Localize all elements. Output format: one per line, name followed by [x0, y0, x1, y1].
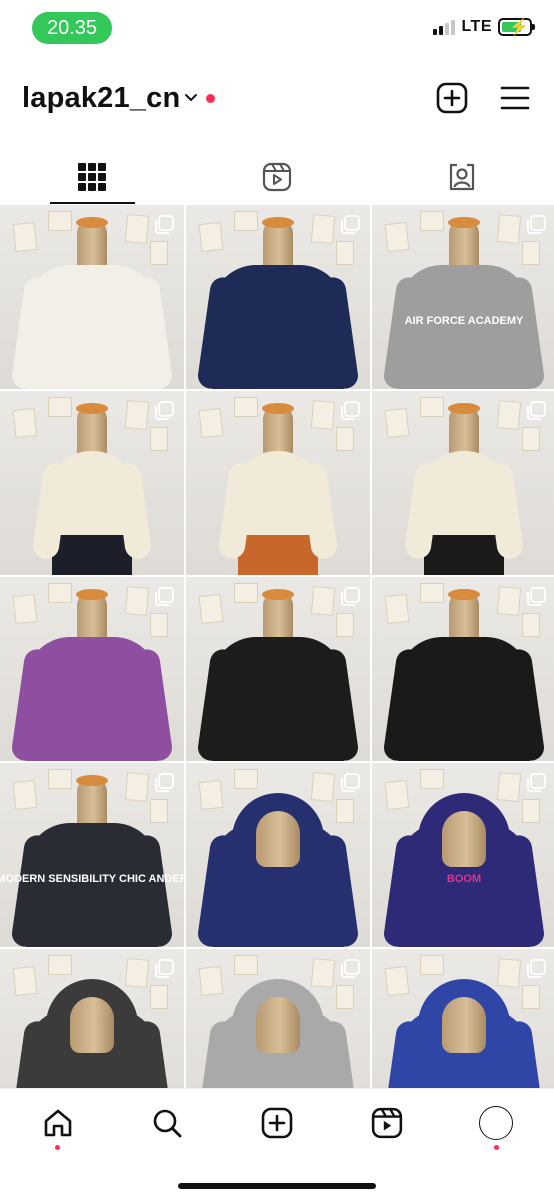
carousel-icon	[526, 401, 546, 421]
create-post-button[interactable]	[436, 82, 468, 114]
grid-icon	[78, 163, 107, 191]
post-tile[interactable]	[186, 763, 370, 947]
carousel-icon	[340, 401, 360, 421]
signal-icon	[433, 19, 456, 35]
network-label: LTE	[461, 18, 492, 35]
nav-create[interactable]	[257, 1103, 297, 1143]
garment-print-text: AIR FORCE ACADEMY	[404, 315, 524, 327]
carousel-icon	[526, 587, 546, 607]
post-tile[interactable]	[186, 205, 370, 389]
post-tile[interactable]	[0, 391, 184, 575]
status-time: 20.35	[32, 12, 112, 44]
post-tile[interactable]	[372, 949, 554, 1088]
chevron-down-icon[interactable]	[183, 90, 199, 106]
profile-header: lapak21_cn	[0, 70, 554, 128]
post-tile[interactable]	[186, 391, 370, 575]
garment-print-text: MODERN SENSIBILITY CHIC ANDER	[0, 873, 184, 885]
tab-tagged[interactable]	[369, 150, 554, 204]
profile-notification-dot	[494, 1145, 499, 1150]
post-tile[interactable]	[0, 949, 184, 1088]
post-tile[interactable]	[186, 577, 370, 761]
carousel-icon	[154, 773, 174, 793]
carousel-icon	[154, 401, 174, 421]
home-icon	[44, 1109, 72, 1137]
post-tile[interactable]	[372, 577, 554, 761]
carousel-icon	[340, 587, 360, 607]
garment-print-text: BOOM	[446, 873, 482, 885]
status-indicators: LTE ⚡	[433, 18, 535, 36]
post-grid: AIR FORCE ACADEMY MODERN SENSIBILITY CHIC…	[0, 205, 554, 1088]
create-icon	[261, 1107, 293, 1139]
account-switcher[interactable]: lapak21_cn	[22, 82, 180, 115]
post-tile[interactable]	[0, 577, 184, 761]
carousel-icon	[154, 587, 174, 607]
reels-icon	[371, 1107, 403, 1139]
tab-posts-grid[interactable]	[0, 150, 185, 204]
post-tile[interactable]: BOOM	[372, 763, 554, 947]
carousel-icon	[526, 215, 546, 235]
tab-reels[interactable]	[185, 150, 370, 204]
carousel-icon	[340, 215, 360, 235]
post-tile[interactable]	[0, 205, 184, 389]
status-bar: 20.35 LTE ⚡	[0, 0, 554, 58]
nav-profile[interactable]	[476, 1103, 516, 1143]
carousel-icon	[340, 959, 360, 979]
search-icon	[153, 1109, 182, 1138]
menu-button[interactable]	[500, 84, 530, 112]
tagged-icon	[449, 163, 474, 191]
post-tile[interactable]: MODERN SENSIBILITY CHIC ANDER	[0, 763, 184, 947]
carousel-icon	[526, 959, 546, 979]
carousel-icon	[154, 959, 174, 979]
notification-dot	[206, 94, 215, 103]
nav-reels[interactable]	[367, 1103, 407, 1143]
post-tile[interactable]	[186, 949, 370, 1088]
nav-home[interactable]	[38, 1103, 78, 1143]
battery-icon: ⚡	[498, 18, 535, 36]
profile-tabs	[0, 150, 554, 204]
carousel-icon	[526, 773, 546, 793]
carousel-icon	[340, 773, 360, 793]
post-tile[interactable]	[372, 391, 554, 575]
carousel-icon	[154, 215, 174, 235]
avatar	[479, 1106, 513, 1140]
home-notification-dot	[55, 1145, 60, 1150]
nav-search[interactable]	[147, 1103, 187, 1143]
reels-icon	[262, 162, 292, 192]
post-tile[interactable]: AIR FORCE ACADEMY	[372, 205, 554, 389]
home-indicator	[178, 1183, 376, 1189]
